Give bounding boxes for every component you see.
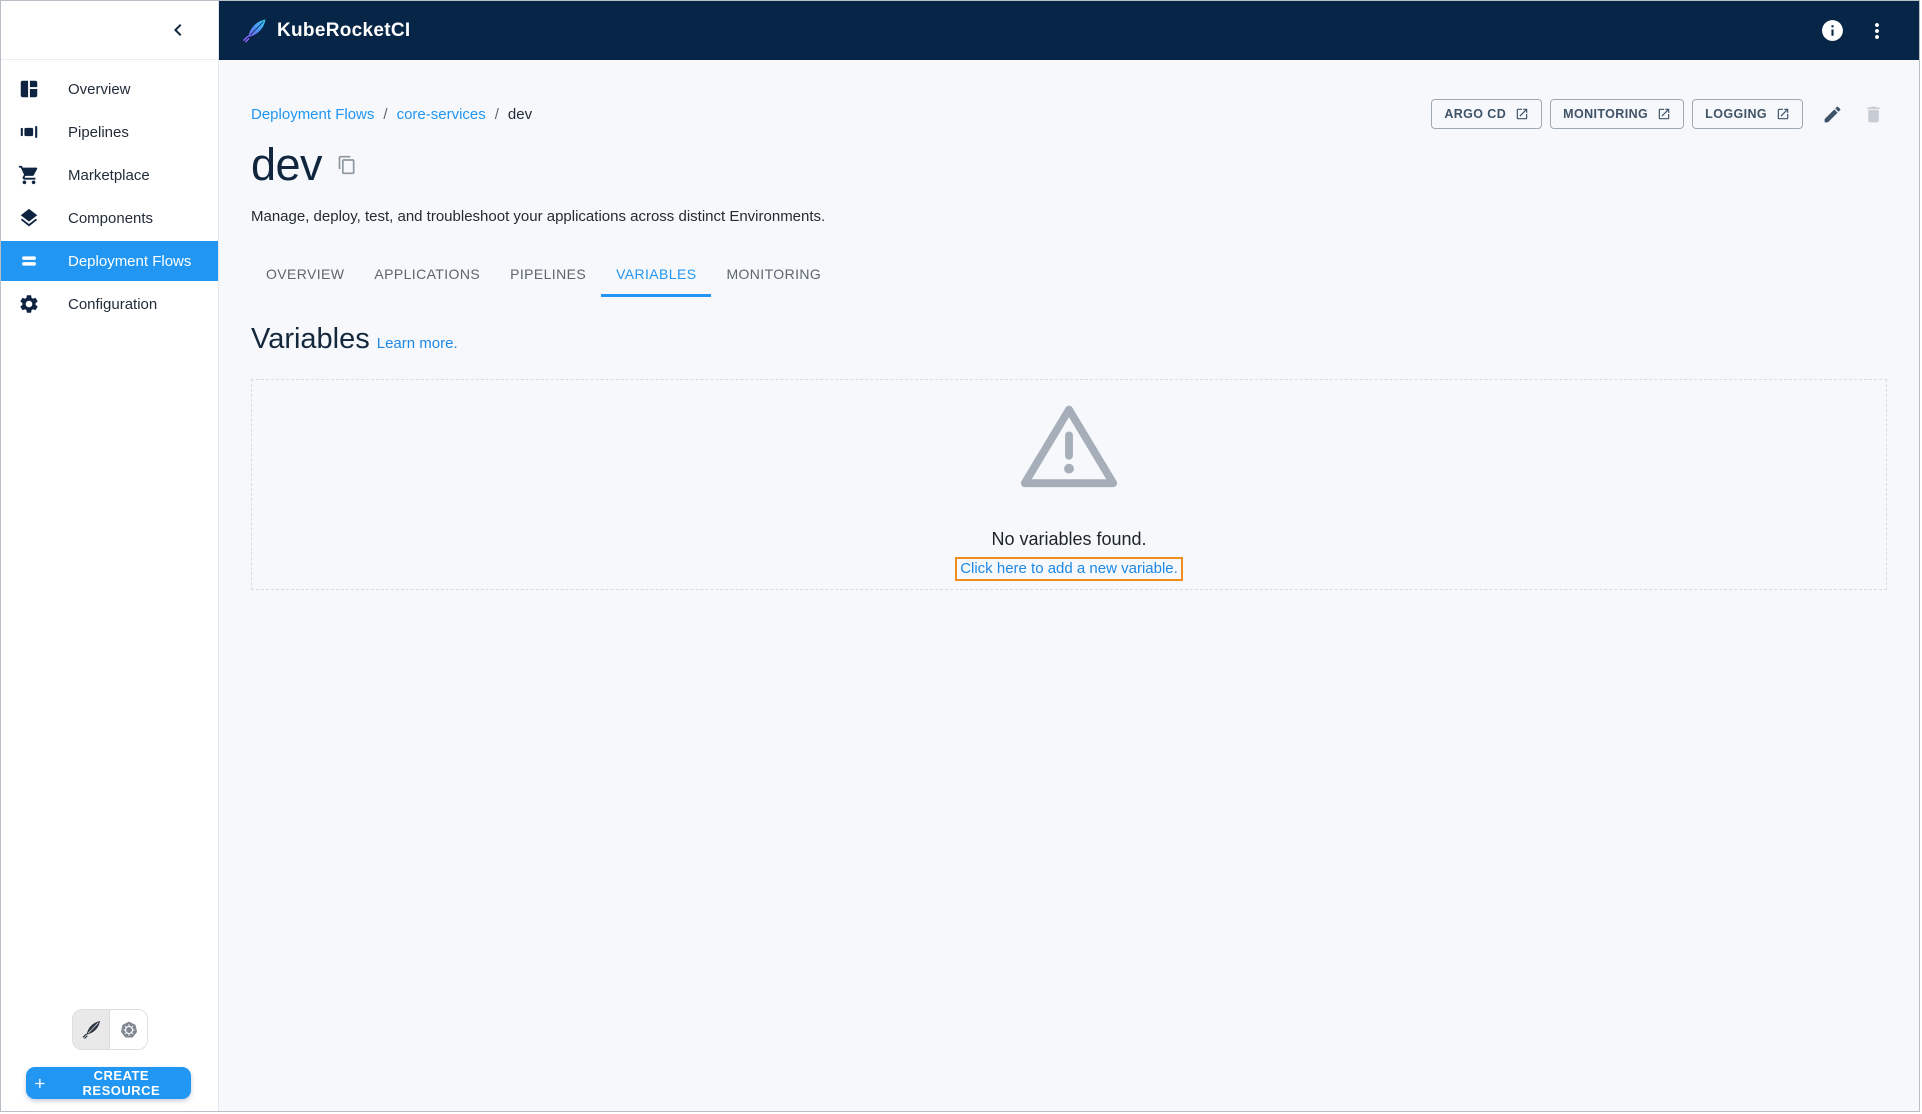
info-button[interactable] (1816, 14, 1849, 47)
tab-overview[interactable]: OVERVIEW (251, 253, 359, 297)
sidebar-item-pipelines[interactable]: Pipelines (1, 112, 218, 152)
sidebar-collapse-button[interactable] (158, 10, 198, 50)
chevron-left-icon (166, 18, 190, 42)
section-heading: Variables (251, 324, 370, 354)
sidebar-item-overview[interactable]: Overview (1, 69, 218, 109)
breadcrumb-separator: / (383, 106, 387, 123)
sidebar-item-components[interactable]: Components (1, 198, 218, 238)
sidebar-item-label: Marketplace (68, 167, 150, 184)
more-menu-button[interactable] (1861, 15, 1893, 47)
variables-section-header: Variables Learn more. (251, 324, 1887, 354)
info-icon (1820, 18, 1845, 43)
breadcrumb-current-page: dev (508, 106, 532, 123)
app-header: KubeRocketCI (219, 1, 1919, 60)
breadcrumb-separator: / (495, 106, 499, 123)
monitoring-button[interactable]: MONITORING (1550, 99, 1684, 129)
sidebar: Overview Pipelines Marketplace Component… (1, 1, 219, 1111)
tab-monitoring[interactable]: MONITORING (711, 253, 836, 297)
argo-cd-button[interactable]: ARGO CD (1431, 99, 1542, 129)
tabs: OVERVIEW APPLICATIONS PIPELINES VARIABLE… (251, 253, 1887, 297)
top-row: Deployment Flows / core-services / dev A… (251, 99, 1887, 129)
variables-empty-state: No variables found. Click here to add a … (251, 379, 1887, 590)
app-root: KubeRocketCI Overview (0, 0, 1920, 1112)
title-row: dev (251, 141, 1887, 189)
theme-kubernetes-button[interactable] (110, 1010, 147, 1049)
warning-triangle-icon (1017, 401, 1121, 491)
cart-icon (17, 163, 41, 187)
monitoring-label: MONITORING (1563, 107, 1648, 121)
tab-pipelines[interactable]: PIPELINES (495, 253, 601, 297)
flows-icon (17, 249, 41, 273)
sidebar-item-configuration[interactable]: Configuration (1, 284, 218, 324)
page-title: dev (251, 141, 322, 189)
external-link-icon (1657, 107, 1671, 121)
layers-icon (17, 206, 41, 230)
learn-more-link[interactable]: Learn more. (377, 335, 458, 352)
argo-cd-label: ARGO CD (1444, 107, 1506, 121)
copy-name-button[interactable] (337, 155, 357, 175)
sidebar-item-label: Pipelines (68, 124, 129, 141)
pipelines-icon (17, 120, 41, 144)
sidebar-item-label: Overview (68, 81, 131, 98)
sidebar-item-label: Configuration (68, 296, 157, 313)
page-quick-actions: ARGO CD MONITORING LOGGING (1431, 99, 1887, 129)
add-variable-link[interactable]: Click here to add a new variable. (960, 560, 1178, 578)
app-title: KubeRocketCI (277, 20, 410, 42)
sidebar-header (1, 1, 218, 60)
theme-kuberocketci-button[interactable] (73, 1010, 110, 1049)
tab-variables[interactable]: VARIABLES (601, 253, 711, 297)
rocket-feather-logo-icon (241, 17, 268, 44)
empty-state-message: No variables found. (991, 528, 1146, 550)
theme-toggle-group (72, 1009, 148, 1050)
tab-applications[interactable]: APPLICATIONS (359, 253, 495, 297)
sidebar-item-label: Deployment Flows (68, 253, 191, 270)
sidebar-nav: Overview Pipelines Marketplace Component… (1, 69, 218, 324)
main-content: Deployment Flows / core-services / dev A… (219, 60, 1919, 1111)
header-actions (1816, 14, 1893, 47)
edit-button[interactable] (1819, 101, 1846, 128)
external-link-icon (1776, 107, 1790, 121)
logging-label: LOGGING (1705, 107, 1767, 121)
kebab-menu-icon (1865, 19, 1889, 43)
breadcrumb-link-core-services[interactable]: core-services (397, 106, 486, 123)
app-logo: KubeRocketCI (241, 17, 410, 44)
logging-button[interactable]: LOGGING (1692, 99, 1803, 129)
create-resource-label: CREATE RESOURCE (58, 1068, 185, 1098)
breadcrumb: Deployment Flows / core-services / dev (251, 106, 532, 123)
sidebar-item-deployment-flows[interactable]: Deployment Flows (1, 241, 218, 281)
action-highlight-box: Click here to add a new variable. (955, 557, 1183, 581)
sidebar-item-label: Components (68, 210, 153, 227)
create-resource-button[interactable]: CREATE RESOURCE (26, 1067, 191, 1099)
trash-icon (1863, 104, 1884, 125)
kubernetes-icon (119, 1020, 139, 1040)
pencil-icon (1822, 104, 1843, 125)
dashboard-icon (17, 77, 41, 101)
gear-icon (17, 292, 41, 316)
page-description: Manage, deploy, test, and troubleshoot y… (251, 207, 1887, 227)
delete-button[interactable] (1860, 101, 1887, 128)
copy-icon (337, 155, 357, 175)
sidebar-item-marketplace[interactable]: Marketplace (1, 155, 218, 195)
plus-icon (32, 1075, 48, 1092)
breadcrumb-link-deployment-flows[interactable]: Deployment Flows (251, 106, 374, 123)
rocket-feather-icon (81, 1019, 102, 1040)
external-link-icon (1515, 107, 1529, 121)
